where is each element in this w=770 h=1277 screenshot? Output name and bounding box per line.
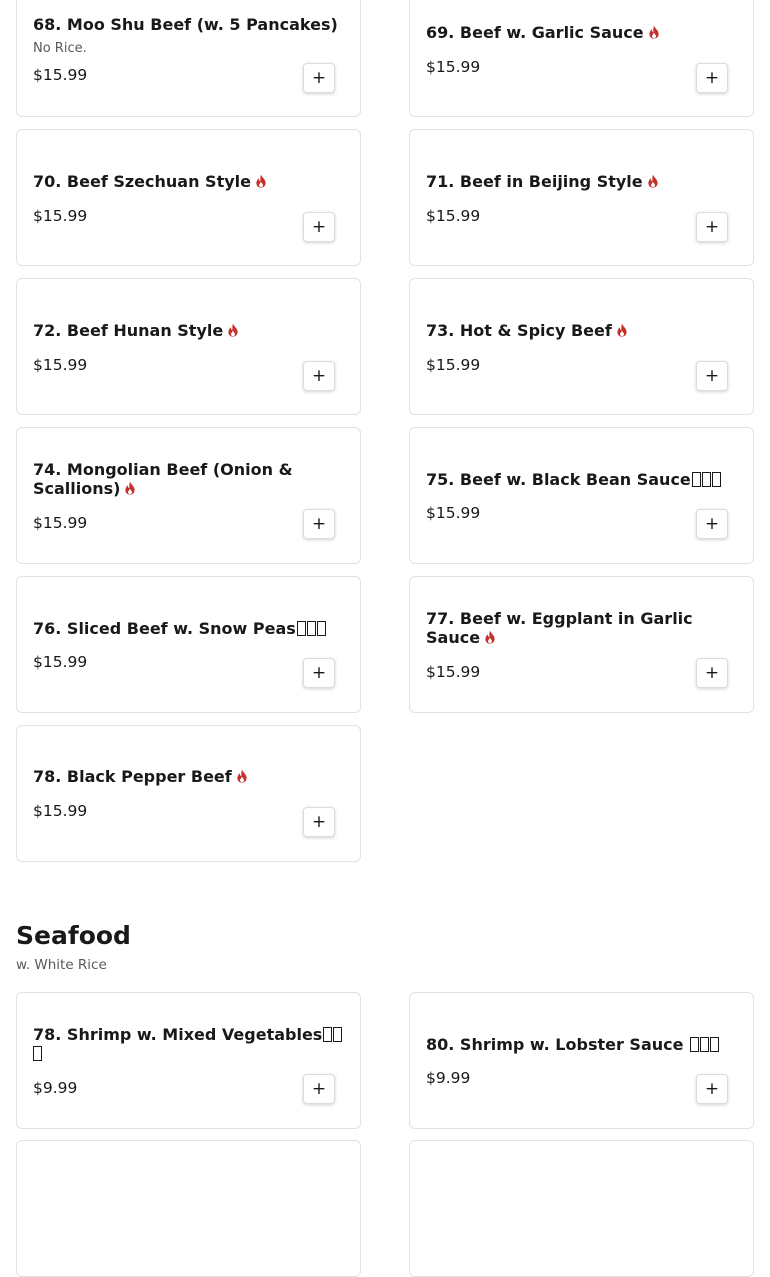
missing-glyph-icon [691, 472, 701, 487]
item-price: $15.99 [33, 802, 88, 820]
item-price: $15.99 [426, 663, 481, 681]
flame-icon [125, 481, 136, 495]
missing-glyph-icon [710, 1037, 720, 1052]
item-price: $15.99 [33, 356, 88, 374]
section-subtitle: w. White Rice [16, 957, 107, 973]
missing-glyph-icon [690, 1037, 700, 1052]
menu-item-card[interactable] [16, 1140, 361, 1277]
menu-item-card[interactable]: 77. Beef w. Eggplant in Garlic Sauce $15… [409, 576, 754, 713]
flame-icon [617, 323, 627, 337]
flame-icon [237, 769, 247, 783]
add-item-button[interactable]: + [303, 1074, 335, 1104]
menu-item-card[interactable]: 69. Beef w. Garlic Sauce $15.99 + [409, 0, 754, 117]
item-price: $15.99 [33, 514, 88, 532]
menu-item-card[interactable]: 80. Shrimp w. Lobster Sauce $9.99 + [409, 992, 754, 1129]
flame-icon [649, 25, 659, 39]
missing-glyph-icon [701, 472, 711, 487]
item-price: $15.99 [33, 207, 88, 225]
add-item-button[interactable]: + [696, 63, 728, 93]
item-title: 70. Beef Szechuan Style [33, 172, 346, 191]
menu-item-card[interactable]: 75. Beef w. Black Bean Sauce $15.99 + [409, 427, 754, 564]
add-item-button[interactable]: + [696, 361, 728, 391]
item-title: 76. Sliced Beef w. Snow Peas [33, 619, 346, 638]
item-description: No Rice. [33, 41, 87, 56]
item-title: 80. Shrimp w. Lobster Sauce [426, 1035, 739, 1054]
item-title: 71. Beef in Beijing Style [426, 172, 739, 191]
add-item-button[interactable]: + [303, 807, 335, 837]
item-title: 78. Shrimp w. Mixed Vegetables [33, 1025, 346, 1063]
missing-glyph-icon [296, 621, 306, 636]
item-price: $15.99 [33, 653, 88, 671]
missing-glyph-icon [700, 1037, 710, 1052]
menu-item-card[interactable]: 71. Beef in Beijing Style $15.99 + [409, 129, 754, 266]
item-price: $15.99 [426, 58, 481, 76]
item-price: $15.99 [426, 356, 481, 374]
item-price: $15.99 [426, 207, 481, 225]
menu-item-card[interactable]: 72. Beef Hunan Style $15.99 + [16, 278, 361, 415]
item-title: 74. Mongolian Beef (Onion & Scallions) [33, 460, 293, 498]
add-item-button[interactable]: + [303, 509, 335, 539]
menu-item-card[interactable]: 78. Shrimp w. Mixed Vegetables $9.99 + [16, 992, 361, 1129]
flame-icon [485, 630, 495, 644]
add-item-button[interactable]: + [303, 658, 335, 688]
menu-item-card[interactable]: 68. Moo Shu Beef (w. 5 Pancakes) No Rice… [16, 0, 361, 117]
missing-glyph-icon [316, 621, 326, 636]
section-title: Seafood [16, 921, 131, 950]
menu-item-card[interactable]: 74. Mongolian Beef (Onion & Scallions) $… [16, 427, 361, 564]
item-price: $15.99 [33, 66, 88, 84]
menu-item-card[interactable]: 78. Black Pepper Beef $15.99 + [16, 725, 361, 862]
missing-glyph-icon [323, 1027, 333, 1042]
item-price: $9.99 [33, 1079, 78, 1097]
item-title: 68. Moo Shu Beef (w. 5 Pancakes) [33, 15, 338, 34]
item-title: 77. Beef w. Eggplant in Garlic Sauce [426, 609, 693, 647]
add-item-button[interactable]: + [696, 658, 728, 688]
missing-glyph-icon [333, 1027, 343, 1042]
item-price: $15.99 [426, 504, 481, 522]
menu-item-card[interactable]: 70. Beef Szechuan Style $15.99 + [16, 129, 361, 266]
missing-glyph-icon [306, 621, 316, 636]
add-item-button[interactable]: + [303, 361, 335, 391]
add-item-button[interactable]: + [303, 212, 335, 242]
menu-item-card[interactable] [409, 1140, 754, 1277]
item-title: 73. Hot & Spicy Beef [426, 321, 739, 340]
missing-glyph-icon [33, 1046, 42, 1061]
menu-item-card[interactable]: 76. Sliced Beef w. Snow Peas $15.99 + [16, 576, 361, 713]
menu-item-card[interactable]: 73. Hot & Spicy Beef $15.99 + [409, 278, 754, 415]
flame-icon [256, 174, 266, 188]
add-item-button[interactable]: + [696, 212, 728, 242]
item-title: 72. Beef Hunan Style [33, 321, 346, 340]
item-title: 69. Beef w. Garlic Sauce [426, 23, 739, 42]
add-item-button[interactable]: + [303, 63, 335, 93]
add-item-button[interactable]: + [696, 1074, 728, 1104]
add-item-button[interactable]: + [696, 509, 728, 539]
missing-glyph-icon [711, 472, 721, 487]
item-price: $9.99 [426, 1069, 471, 1087]
flame-icon [648, 174, 658, 188]
item-title: 78. Black Pepper Beef [33, 767, 346, 786]
item-title: 75. Beef w. Black Bean Sauce [426, 470, 739, 489]
flame-icon [228, 323, 238, 337]
